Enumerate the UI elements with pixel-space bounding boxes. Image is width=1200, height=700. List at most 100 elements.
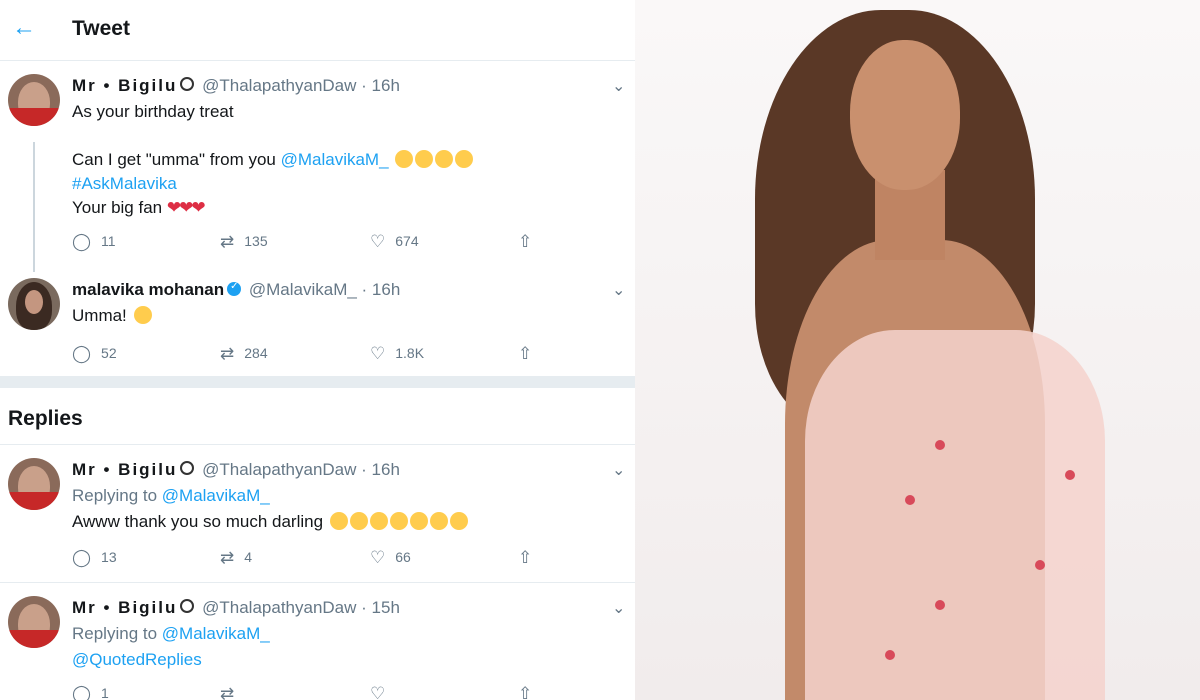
share-button[interactable]: ⇧ [518, 684, 542, 700]
like-count: 1.8K [395, 345, 425, 361]
eye-roll-emoji-icon [349, 512, 368, 530]
eye-roll-emoji-icon [395, 150, 414, 168]
heart-icon: ♡ [370, 232, 386, 251]
like-button[interactable]: ♡ [370, 684, 395, 700]
chevron-down-icon[interactable]: ⌄ [612, 598, 625, 618]
tweet-text-fragment: Awww thank you so much darling [72, 512, 328, 531]
share-button[interactable]: ⇧ [518, 344, 542, 364]
like-button[interactable]: ♡ 674 [370, 232, 419, 252]
tweet-actions: ◯ 13 ⇄ 4 ♡ 66 ⇧ [72, 548, 552, 570]
display-name[interactable]: Mr • Bigilu [72, 460, 177, 479]
saree-flower [1035, 560, 1045, 570]
user-handle[interactable]: @MalavikaM_ [249, 280, 357, 299]
tweet-text-fragment: Umma! [72, 306, 132, 325]
display-name[interactable]: malavika mohanan [72, 280, 224, 299]
verified-badge-icon [227, 281, 242, 296]
like-count: 66 [395, 549, 411, 565]
heart-eyes-emoji-icon [369, 512, 388, 530]
retweet-button[interactable]: ⇄ 284 [220, 344, 268, 364]
retweet-icon: ⇄ [220, 232, 235, 251]
tweet-actions: ◯ 52 ⇄ 284 ♡ 1.8K ⇧ [72, 344, 552, 366]
user-handle[interactable]: @ThalapathyanDaw [202, 76, 356, 95]
eye-roll-emoji-icon [329, 512, 348, 530]
heart-icon: ♡ [370, 548, 386, 567]
share-icon: ⇧ [518, 232, 533, 251]
divider [0, 582, 635, 583]
chevron-down-icon[interactable]: ⌄ [612, 280, 625, 300]
tweet-text-line: Can I get "umma" from you @MalavikaM_ [72, 148, 474, 172]
tweet-header: Mr • Bigilu @ThalapathyanDaw · 16h [72, 76, 400, 96]
user-handle[interactable]: @ThalapathyanDaw [202, 460, 356, 479]
like-button[interactable]: ♡ 1.8K [370, 344, 424, 364]
retweet-button[interactable]: ⇄ 4 [220, 548, 252, 568]
reply-icon: ◯ [72, 684, 92, 700]
retweet-icon: ⇄ [220, 684, 235, 700]
share-button[interactable]: ⇧ [518, 232, 542, 252]
timestamp[interactable]: · 16h [361, 460, 400, 479]
mention-link[interactable]: @MalavikaM_ [281, 150, 389, 169]
kiss-emoji-icon [409, 512, 428, 530]
avatar[interactable] [8, 458, 60, 510]
tweet-text-line: Your big fan ❤❤❤ [72, 196, 206, 220]
saree-flower [885, 650, 895, 660]
tweet-header: Mr • Bigilu @ThalapathyanDaw · 16h [72, 460, 400, 480]
reply-button[interactable]: ◯ 1 [72, 684, 109, 700]
heart-icon: ♡ [370, 344, 386, 363]
retweet-button[interactable]: ⇄ [220, 684, 244, 700]
tweet-header: malavika mohanan @MalavikaM_ · 16h [72, 280, 400, 300]
like-count: 674 [395, 233, 419, 249]
display-name[interactable]: Mr • Bigilu [72, 598, 177, 617]
thread-line [33, 142, 35, 272]
divider [0, 444, 635, 445]
hashtag-link[interactable]: #AskMalavika [72, 172, 177, 196]
replying-to-label: Replying to [72, 624, 162, 643]
tweet-text-line: Umma! [72, 304, 152, 328]
chevron-down-icon[interactable]: ⌄ [612, 460, 625, 480]
kiss-emoji-icon [449, 512, 468, 530]
tweet-actions: ◯ 11 ⇄ 135 ♡ 674 ⇧ [72, 232, 552, 254]
replying-to: Replying to @MalavikaM_ [72, 622, 270, 646]
avatar[interactable] [8, 74, 60, 126]
reply-icon: ◯ [72, 344, 92, 363]
mention-link[interactable]: @QuotedReplies [72, 648, 202, 672]
tweet-header: Mr • Bigilu @ThalapathyanDaw · 15h [72, 598, 400, 618]
avatar[interactable] [8, 596, 60, 648]
settings-badge-icon [180, 77, 195, 91]
tweet-actions: ◯ 1 ⇄ ♡ ⇧ [72, 684, 552, 700]
tweet-panel: ← Tweet Mr • Bigilu @ThalapathyanDaw · 1… [0, 0, 635, 700]
retweet-button[interactable]: ⇄ 135 [220, 232, 268, 252]
section-separator [0, 376, 635, 388]
timestamp[interactable]: · 16h [362, 280, 401, 299]
like-button[interactable]: ♡ 66 [370, 548, 411, 568]
reply-button[interactable]: ◯ 11 [72, 232, 116, 252]
retweet-count: 4 [244, 549, 253, 565]
back-arrow-icon[interactable]: ← [12, 14, 36, 42]
saree-flower [905, 495, 915, 505]
avatar[interactable] [8, 278, 60, 330]
eye-roll-emoji-icon [435, 150, 454, 168]
share-button[interactable]: ⇧ [518, 548, 542, 568]
reply-count: 13 [101, 549, 117, 565]
retweet-count: 135 [244, 233, 268, 249]
chevron-down-icon[interactable]: ⌄ [612, 76, 625, 96]
timestamp[interactable]: · 16h [361, 76, 400, 95]
eye-roll-emoji-icon [415, 150, 434, 168]
mention-link[interactable]: @MalavikaM_ [162, 486, 270, 505]
page-title: Tweet [72, 17, 130, 40]
saree-flower [935, 600, 945, 610]
tweet-text-fragment: Your big fan [72, 198, 167, 217]
photo-face-shape [850, 40, 960, 190]
display-name[interactable]: Mr • Bigilu [72, 76, 177, 95]
share-icon: ⇧ [518, 548, 533, 567]
reply-icon: ◯ [72, 548, 92, 567]
replies-heading: Replies [8, 407, 83, 430]
tweet-text-fragment: Can I get "umma" from you [72, 150, 281, 169]
replying-to-label: Replying to [72, 486, 162, 505]
saree-flower [935, 440, 945, 450]
reply-button[interactable]: ◯ 13 [72, 548, 117, 568]
user-handle[interactable]: @ThalapathyanDaw [202, 598, 356, 617]
reply-button[interactable]: ◯ 52 [72, 344, 117, 364]
timestamp[interactable]: · 15h [361, 598, 400, 617]
mention-link[interactable]: @MalavikaM_ [162, 624, 270, 643]
retweet-icon: ⇄ [220, 548, 235, 567]
